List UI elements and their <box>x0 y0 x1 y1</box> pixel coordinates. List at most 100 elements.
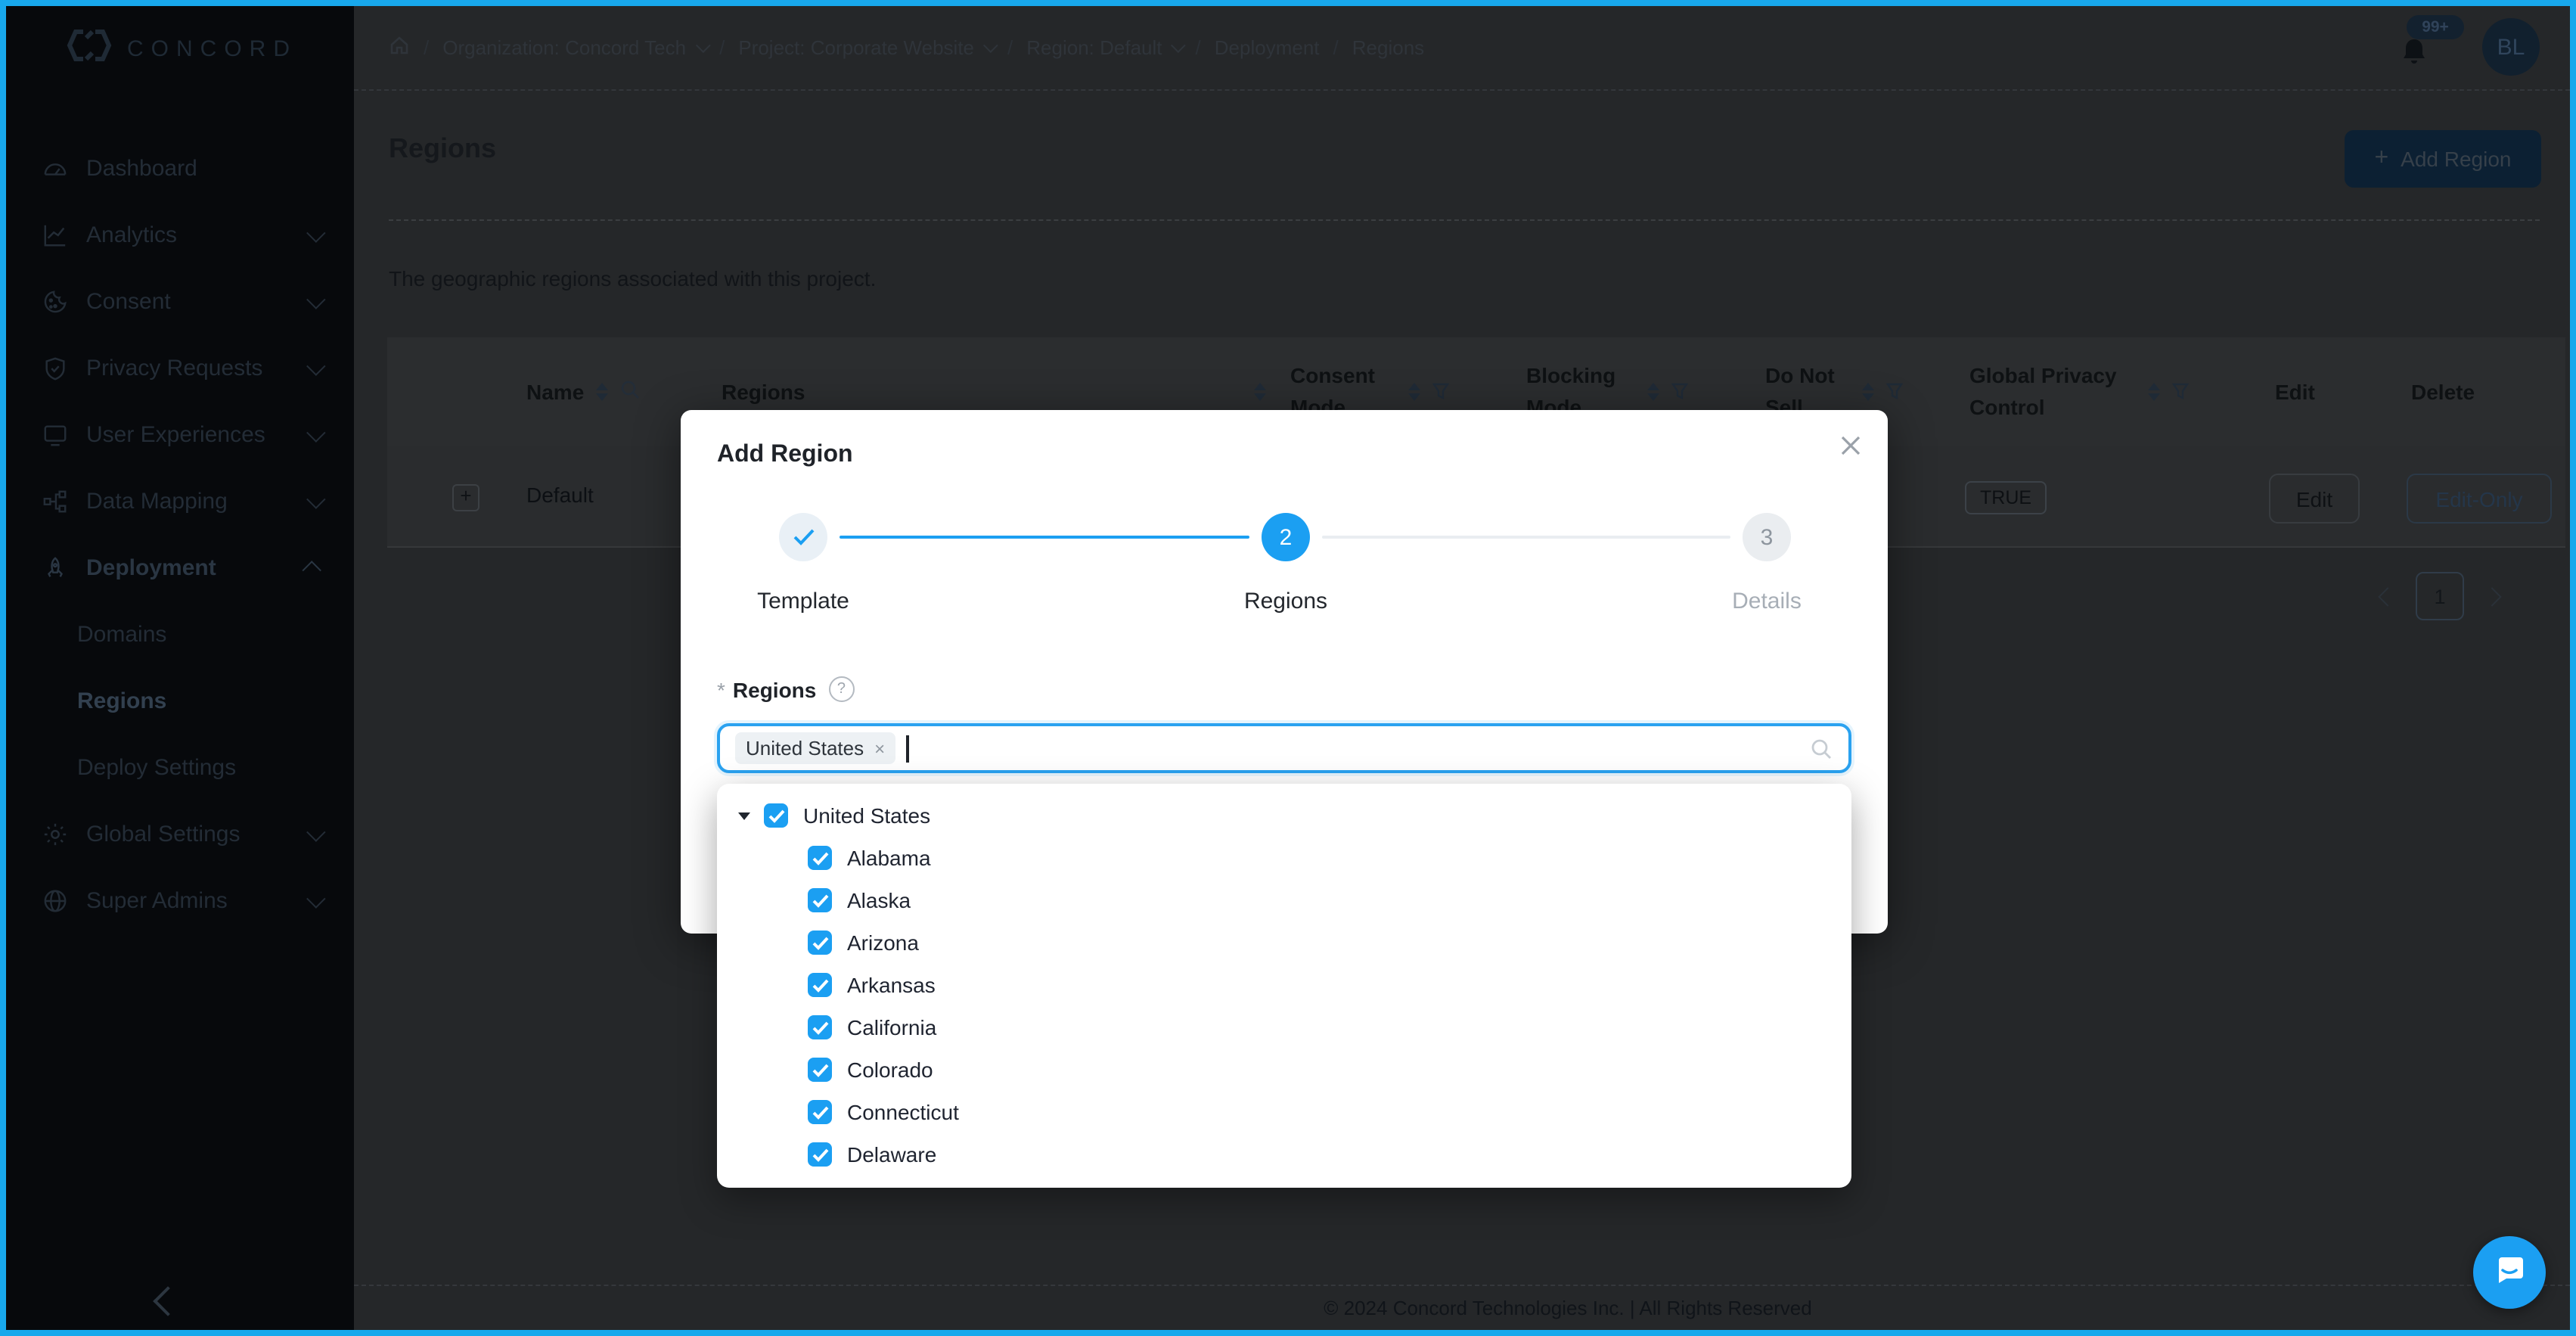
sidebar-item-global-settings[interactable]: Global Settings <box>6 800 354 867</box>
sidebar-item-data-mapping[interactable]: Data Mapping <box>6 468 354 534</box>
required-mark: * <box>717 677 725 701</box>
logo[interactable]: CONCORD <box>67 27 297 71</box>
tree-item[interactable]: Connecticut <box>717 1091 1851 1133</box>
previous-page-icon[interactable] <box>2378 586 2397 605</box>
column-header-name[interactable]: Name <box>526 337 640 446</box>
tree-item-parent[interactable]: United States <box>717 794 1851 837</box>
row-delete-button[interactable]: Edit-Only <box>2407 474 2552 524</box>
topbar: / Organization: Concord Tech / Project: … <box>354 6 2570 91</box>
step-2-indicator[interactable]: 2 <box>1262 513 1310 561</box>
breadcrumb-project[interactable]: Project: Corporate Website <box>738 36 994 59</box>
chevron-down-icon <box>306 356 325 374</box>
close-icon[interactable] <box>1839 434 1862 457</box>
checkbox-checked[interactable] <box>808 1142 832 1167</box>
sort-icon[interactable] <box>1408 383 1420 401</box>
sidebar-item-dashboard[interactable]: Dashboard <box>6 135 354 201</box>
breadcrumb-regions[interactable]: Regions <box>1352 36 1424 59</box>
checkbox-checked[interactable] <box>808 888 832 912</box>
notification-badge: 99+ <box>2407 15 2464 39</box>
help-icon[interactable]: ? <box>828 676 854 702</box>
breadcrumb-deployment[interactable]: Deployment <box>1215 36 1320 59</box>
checkbox-checked[interactable] <box>808 846 832 870</box>
shield-check-icon <box>42 355 68 381</box>
sidebar-item-user-experiences[interactable]: User Experiences <box>6 401 354 468</box>
sort-icon[interactable] <box>2148 383 2160 401</box>
checkbox-checked[interactable] <box>808 1058 832 1082</box>
home-icon[interactable] <box>389 35 410 61</box>
tree-item[interactable]: Arkansas <box>717 964 1851 1006</box>
tree-item-label: Colorado <box>847 1058 933 1082</box>
sidebar-item-super-admins[interactable]: Super Admins <box>6 867 354 934</box>
tree-expand-caret-icon[interactable] <box>738 812 750 819</box>
next-page-icon[interactable] <box>2482 586 2501 605</box>
breadcrumb-label: Deployment <box>1215 36 1320 59</box>
breadcrumb-separator: / <box>719 36 725 59</box>
selected-tag-label: United States <box>746 737 864 760</box>
column-header-global-privacy-control[interactable]: Global Privacy Control <box>1969 337 2189 446</box>
regions-select-input[interactable]: United States × <box>717 723 1851 773</box>
filter-icon[interactable] <box>2172 380 2189 404</box>
tree-item[interactable]: Delaware <box>717 1133 1851 1176</box>
gpc-status-badge: TRUE <box>1965 481 2047 514</box>
breadcrumb-organization[interactable]: Organization: Concord Tech <box>442 36 706 59</box>
search-icon[interactable] <box>620 380 640 404</box>
step-3-indicator[interactable]: 3 <box>1743 513 1791 561</box>
chevron-down-icon <box>1171 38 1186 53</box>
checkbox-checked[interactable] <box>808 973 832 997</box>
breadcrumb-label: Organization: Concord Tech <box>442 36 686 59</box>
filter-icon[interactable] <box>1886 380 1903 404</box>
title-divider <box>389 219 2540 221</box>
breadcrumb-region[interactable]: Region: Default <box>1026 36 1181 59</box>
sidebar-item-deploy-settings[interactable]: Deploy Settings <box>6 734 354 800</box>
step-connector-wait <box>1322 536 1730 539</box>
tag-remove-icon[interactable]: × <box>874 738 885 759</box>
checkbox-checked[interactable] <box>764 803 788 828</box>
add-region-button[interactable]: + Add Region <box>2345 130 2541 188</box>
chevron-down-icon <box>306 489 325 508</box>
sort-icon[interactable] <box>1254 383 1266 401</box>
row-edit-button[interactable]: Edit <box>2269 474 2360 524</box>
chevron-down-icon <box>695 38 710 53</box>
chat-widget-button[interactable] <box>2473 1236 2546 1309</box>
column-header-delete: Delete <box>2411 337 2475 446</box>
chat-bubble-icon <box>2491 1251 2528 1294</box>
logo-text: CONCORD <box>127 36 297 62</box>
regions-tree-dropdown: United States Alabama Alaska Arizona Ark… <box>717 784 1851 1188</box>
tree-item[interactable]: California <box>717 1006 1851 1049</box>
tree-item[interactable]: Alabama <box>717 837 1851 879</box>
app-window: CONCORD Dashboard Analytics Consent <box>0 0 2576 1336</box>
notification-bell-icon[interactable] <box>2401 38 2428 67</box>
checkbox-checked[interactable] <box>808 1100 832 1124</box>
checkbox-checked[interactable] <box>808 1015 832 1039</box>
filter-icon[interactable] <box>1671 380 1688 404</box>
sidebar-item-regions[interactable]: Regions <box>6 667 354 734</box>
sidebar-item-privacy-requests[interactable]: Privacy Requests <box>6 334 354 401</box>
tree-item[interactable]: Arizona <box>717 921 1851 964</box>
tree-item[interactable]: Colorado <box>717 1049 1851 1091</box>
sort-icon[interactable] <box>1862 383 1874 401</box>
tree-item-label: Alabama <box>847 846 931 870</box>
sort-icon[interactable] <box>596 383 608 401</box>
step-1-done-icon[interactable] <box>779 513 827 561</box>
tree-item[interactable]: Alaska <box>717 879 1851 921</box>
sidebar-item-domains[interactable]: Domains <box>6 601 354 667</box>
chevron-down-icon <box>983 38 998 53</box>
tree-item-label: Alaska <box>847 888 911 912</box>
sidebar-item-label: Global Settings <box>86 821 240 847</box>
globe-icon <box>42 887 68 913</box>
row-expand-button[interactable]: + <box>452 484 480 511</box>
checkbox-checked[interactable] <box>808 931 832 955</box>
avatar[interactable]: BL <box>2482 18 2540 76</box>
sidebar-item-consent[interactable]: Consent <box>6 268 354 334</box>
filter-icon[interactable] <box>1432 380 1449 404</box>
sidebar-collapse-icon[interactable] <box>153 1286 183 1316</box>
page-number-button[interactable]: 1 <box>2416 572 2464 620</box>
chevron-down-icon <box>306 289 325 308</box>
step-label-template: Template <box>712 589 894 614</box>
sidebar-item-label: Deployment <box>86 555 216 580</box>
column-label: Edit <box>2275 376 2315 408</box>
sort-icon[interactable] <box>1647 383 1659 401</box>
sidebar-item-analytics[interactable]: Analytics <box>6 201 354 268</box>
column-label: Global Privacy Control <box>1969 360 2136 424</box>
sidebar-item-deployment[interactable]: Deployment <box>6 534 354 601</box>
